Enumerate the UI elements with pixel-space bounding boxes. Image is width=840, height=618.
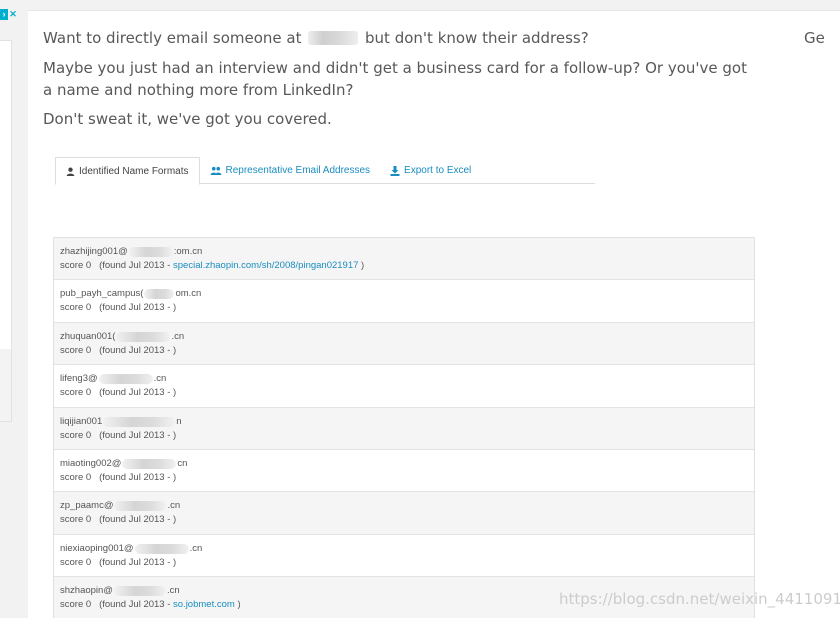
ad-info-icon[interactable]: › [0, 9, 8, 20]
email-address: zp_paamc@ .cn [60, 500, 181, 512]
score: score 0 [60, 471, 92, 483]
email-address: zhazhijing001@:om.cn [60, 246, 203, 257]
found-date: (found Jul 2013 - ) [99, 514, 177, 526]
list-item: miaoting002@ cn score 0 (found Jul 2013 -… [54, 450, 754, 493]
ad-card [0, 40, 12, 422]
email-meta: score 0 (found Jul 2013 - ) [60, 556, 748, 570]
email-meta: score 0 (found Jul 2013 - ) [60, 471, 748, 485]
found-date: (found Jul 2013 - ) [99, 344, 177, 356]
left-ad-rail: › ✕ [0, 0, 28, 618]
tab-export-to-excel[interactable]: Export to Excel [380, 157, 481, 184]
score: score 0 [60, 514, 92, 526]
email-format-list: zhazhijing001@:om.cn score 0 (found Jul … [53, 237, 755, 618]
users-icon [210, 166, 221, 175]
tab-identified-name-formats[interactable]: Identified Name Formats [55, 157, 200, 185]
score: score 0 [60, 302, 92, 314]
redacted-company [308, 31, 359, 45]
list-item: lifeng3@ .cn score 0 (found Jul 2013 - ) [54, 365, 754, 408]
email-address: lifeng3@ .cn [60, 373, 167, 385]
tab-label: Representative Email Addresses [225, 165, 371, 176]
redacted-domain [98, 374, 153, 385]
redacted-domain [144, 289, 175, 300]
list-item: pub_payh_campus(om.cn score 0 (found Jul… [54, 280, 754, 323]
main-content: Want to directly email someone at but do… [28, 10, 840, 618]
source-link[interactable]: so.jobmet.com [173, 599, 235, 610]
found-date: (found Jul 2013 - ) [99, 471, 177, 483]
truncated-sidebar-text: Ge [804, 29, 825, 47]
download-icon [390, 165, 400, 176]
email-meta: score 0 (found Jul 2013 - special.zhaopi… [60, 260, 365, 271]
email-meta: score 0 (found Jul 2013 - ) [60, 513, 748, 527]
email-address: miaoting002@ cn [60, 457, 188, 469]
email-meta: score 0 (found Jul 2013 - ) [60, 386, 748, 400]
email-address: pub_payh_campus(om.cn [60, 288, 202, 300]
found-date: (found Jul 2013 - ) [99, 302, 177, 314]
found-date: (found Jul 2013 - ) [99, 429, 177, 441]
intro-line-2: Maybe you just had an interview and didn… [43, 59, 747, 99]
found-date: (found Jul 2013 - [99, 599, 171, 611]
ad-controls: › ✕ [0, 9, 17, 20]
list-item: zhazhijing001@:om.cn score 0 (found Jul … [54, 238, 754, 281]
email-meta: score 0 (found Jul 2013 - ) [60, 429, 748, 443]
list-item: liqijian001 n score 0 (found Jul 2013 - ) [54, 407, 754, 450]
tab-representative-email-addresses[interactable]: Representative Email Addresses [200, 157, 381, 184]
intro-line-3: Don't sweat it, we've got you covered. [43, 110, 332, 128]
redacted-domain [128, 247, 173, 257]
ad-card-footer [0, 349, 11, 421]
ad-close-icon[interactable]: ✕ [9, 9, 17, 20]
tab-label: Identified Name Formats [79, 165, 189, 177]
watermark: https://blog.csdn.net/weixin_44110913 [559, 590, 840, 608]
email-meta: score 0 (found Jul 2013 - ) [60, 344, 748, 358]
score: score 0 [60, 344, 92, 356]
redacted-domain [113, 586, 166, 597]
redacted-domain [103, 416, 176, 427]
source-link[interactable]: special.zhaopin.com/sh/2008/pingan021917 [173, 260, 358, 271]
found-date: (found Jul 2013 - ) [99, 556, 177, 568]
redacted-domain [114, 501, 167, 512]
found-date: (found Jul 2013 - ) [99, 387, 177, 399]
redacted-domain [122, 458, 177, 469]
score: score 0 [60, 556, 92, 568]
list-item: zhuquan001(.cn score 0 (found Jul 2013 -… [54, 322, 754, 366]
tab-label: Export to Excel [404, 165, 472, 176]
score: score 0 [60, 387, 92, 399]
list-item: niexiaoping001@ .cn score 0 (found Jul 20… [54, 535, 754, 578]
score: score 0 [60, 429, 92, 441]
result-tabs: Identified Name Formats Representative E… [55, 157, 595, 185]
score: score 0 [60, 260, 92, 271]
email-address: liqijian001 n [60, 415, 182, 427]
user-icon [66, 167, 75, 176]
list-item: zp_paamc@ .cn score 0 (found Jul 2013 - ) [54, 492, 754, 535]
intro-line-1-post: but don't know their address? [365, 29, 589, 47]
intro-line-1: Want to directly email someone at but do… [43, 27, 753, 49]
email-address: zhuquan001(.cn [60, 330, 185, 342]
email-address: niexiaoping001@ .cn [60, 542, 203, 554]
score: score 0 [60, 599, 92, 611]
found-date: (found Jul 2013 - [99, 260, 171, 271]
redacted-domain [134, 543, 189, 554]
email-meta: score 0 (found Jul 2013 - ) [60, 301, 748, 315]
intro-line-1-pre: Want to directly email someone at [43, 29, 302, 47]
redacted-domain [116, 331, 171, 342]
